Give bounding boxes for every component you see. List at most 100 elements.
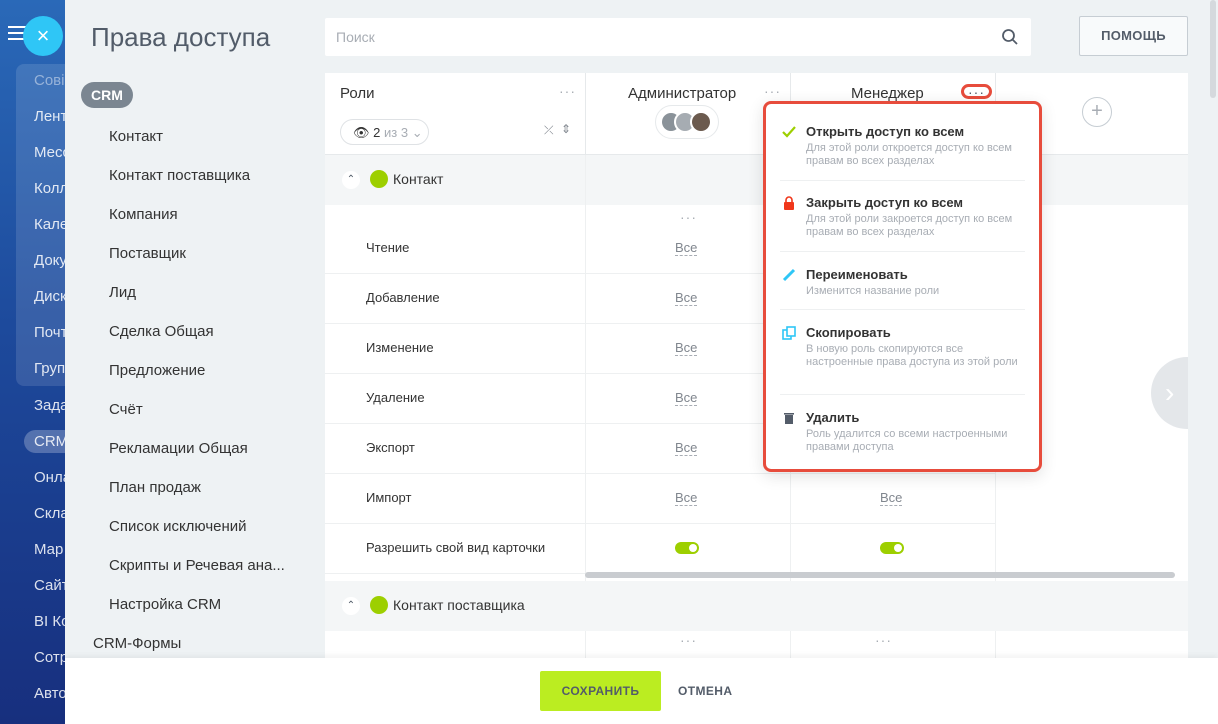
menu-divider [780,309,1025,310]
section-label: Контакт [393,171,444,187]
contact-icon [370,170,388,188]
menu-item-title: Открыть доступ ко всем [806,124,965,139]
nav-item[interactable]: Список исключений [109,518,247,535]
close-panel-button[interactable]: × [23,16,63,56]
menu-item-desc: Изменится название роли [806,285,940,297]
nav-item[interactable]: Лид [109,284,136,301]
menu-item-desc: Для этой роли откроется доступ ко всем п… [806,142,1012,167]
chevron-up-icon[interactable]: ⌃ [342,171,360,189]
cancel-button[interactable]: ОТМЕНА [678,671,732,711]
chevron-right-icon: › [1165,377,1175,408]
column-divider [585,73,586,155]
chevron-up-icon[interactable]: ⌃ [342,597,360,615]
portal-menu-item[interactable]: Груп [34,360,65,377]
permission-value[interactable]: Все [675,340,698,356]
roles-count: 2 [373,125,381,140]
lock-icon [784,196,794,210]
sort-icon[interactable]: ⇕ [561,122,571,136]
portal-menu-item[interactable]: Доку [34,252,67,269]
save-button[interactable]: СОХРАНИТЬ [540,671,661,711]
toggle-switch[interactable] [675,542,699,554]
section-header[interactable]: ⌃ Контакт [325,155,1188,205]
access-rights-panel: Права доступа Поиск ПОМОЩЬ CRM Контакт К… [65,0,1218,724]
portal-menu-item[interactable]: Мар [34,541,63,558]
menu-item-title: Скопировать [806,325,891,340]
menu-divider [780,180,1025,181]
roles-visibility-toggle[interactable]: 👁 2 из 3 ⌄ [340,119,429,145]
portal-menu-item[interactable]: Колл [34,180,68,197]
permission-value[interactable]: Все [675,240,698,256]
portal-menu-item[interactable]: Почт [34,324,67,341]
help-button[interactable]: ПОМОЩЬ [1079,16,1188,56]
section-header[interactable]: ⌃ Контакт поставщика [325,581,1188,631]
permission-value[interactable]: Все [675,440,698,456]
search-icon[interactable] [1001,28,1019,46]
menu-item-title: Переименовать [806,267,908,282]
permission-value[interactable]: Все [675,490,698,506]
trash-icon [784,413,794,424]
vertical-scrollbar[interactable] [1210,0,1216,98]
portal-menu-item[interactable]: Диск [34,288,67,305]
role-actions-menu: Открыть доступ ко всем Для этой роли отк… [763,101,1042,472]
menu-item-desc: Роль удалится со всеми настроенными прав… [806,428,1008,453]
table-row: Импорт Все Все [325,474,995,524]
section-label: Контакт поставщика [393,597,525,613]
role-members-avatars[interactable] [655,105,719,139]
search-placeholder: Поиск [336,29,375,45]
permission-value[interactable]: Все [880,490,903,506]
collapse-icon[interactable]: ⤫ [544,123,554,138]
portal-menu-item[interactable]: Скла [34,505,69,522]
roles-of: из 3 [384,125,409,140]
chevron-down-icon: ⌄ [411,125,423,140]
nav-item[interactable]: Настройка CRM [109,596,221,613]
table-header: Роли ··· 👁 2 из 3 ⌄ ⤫ ⇕ Администратор ··… [325,73,1188,155]
nav-item[interactable]: Контакт [109,128,163,145]
footer-bar: СОХРАНИТЬ ОТМЕНА [65,658,1218,724]
nav-item[interactable]: Рекламации Общая [109,440,248,457]
crm-badge[interactable]: CRM [81,82,133,108]
permission-value[interactable]: Все [675,390,698,406]
nav-item[interactable]: Предложение [109,362,205,379]
nav-item[interactable]: Поставщик [109,245,186,262]
nav-item[interactable]: Компания [109,206,178,223]
nav-item-crm-forms[interactable]: CRM-Формы [93,635,181,652]
horizontal-scrollbar[interactable] [585,572,1175,578]
portal-menu-item[interactable]: Авто [34,685,67,702]
column-more-icon[interactable]: ··· [875,633,892,647]
menu-item-desc: Для этой роли закроется доступ ко всем п… [806,213,1013,238]
check-icon [782,126,796,138]
roles-title: Роли [340,85,375,102]
portal-menu-item[interactable]: Кале [34,216,68,233]
column-more-icon[interactable]: ··· [680,210,697,224]
portal-menu-item[interactable]: Лент [34,108,67,125]
permission-name: Экспорт [366,440,415,455]
portal-menu-item[interactable]: Сайт [34,577,69,594]
column-more-icon[interactable]: ··· [680,633,697,647]
permission-value[interactable]: Все [675,290,698,306]
menu-item-desc: В новую роль скопируются все настроенные… [806,343,1018,368]
page-title: Права доступа [91,22,271,52]
copy-icon [782,326,796,340]
permissions-table: Роли ··· 👁 2 из 3 ⌄ ⤫ ⇕ Администратор ··… [325,73,1188,663]
nav-item[interactable]: Контакт поставщика [109,167,250,184]
nav-item[interactable]: Скрипты и Речевая ана... [109,557,285,574]
roles-more-icon[interactable]: ··· [559,84,576,98]
toggle-switch[interactable] [880,542,904,554]
admin-more-icon[interactable]: ··· [764,84,781,98]
portal-menu-item[interactable]: Сотр [34,649,68,666]
nav-item[interactable]: План продаж [109,479,201,496]
menu-divider [780,251,1025,252]
menu-item-title: Удалить [806,410,860,425]
nav-item[interactable]: Сделка Общая [109,323,214,340]
search-input[interactable]: Поиск [325,18,1031,56]
manager-more-icon[interactable]: ··· [968,85,985,99]
portal-menu-item[interactable]: Сові [34,72,64,89]
add-role-button[interactable]: + [1082,97,1112,127]
permission-name: Чтение [366,240,410,255]
portal-menu-item[interactable]: Зада [34,397,69,414]
menu-divider [780,394,1025,395]
nav-item[interactable]: Счёт [109,401,143,418]
scroll-right-button[interactable]: › [1151,357,1188,429]
close-icon: × [36,23,50,48]
role-title-admin: Администратор [628,85,737,102]
